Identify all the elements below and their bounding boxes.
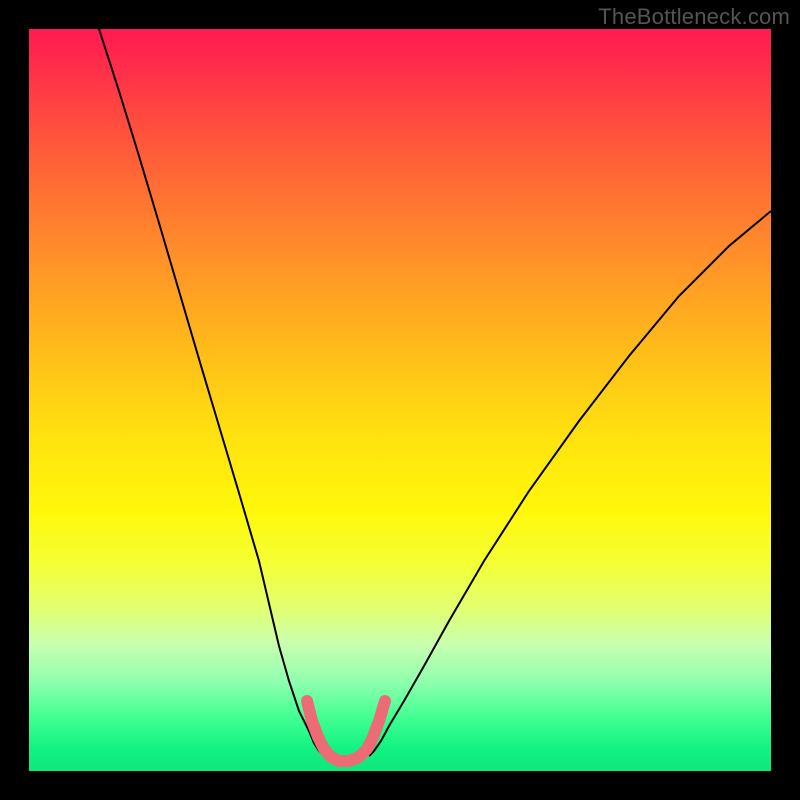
black-curve-right (369, 211, 771, 756)
curve-layer (29, 29, 771, 771)
black-curve-left (99, 29, 324, 756)
watermark-text: TheBottleneck.com (598, 4, 790, 30)
plot-area (29, 29, 771, 771)
chart-frame: TheBottleneck.com (0, 0, 800, 800)
